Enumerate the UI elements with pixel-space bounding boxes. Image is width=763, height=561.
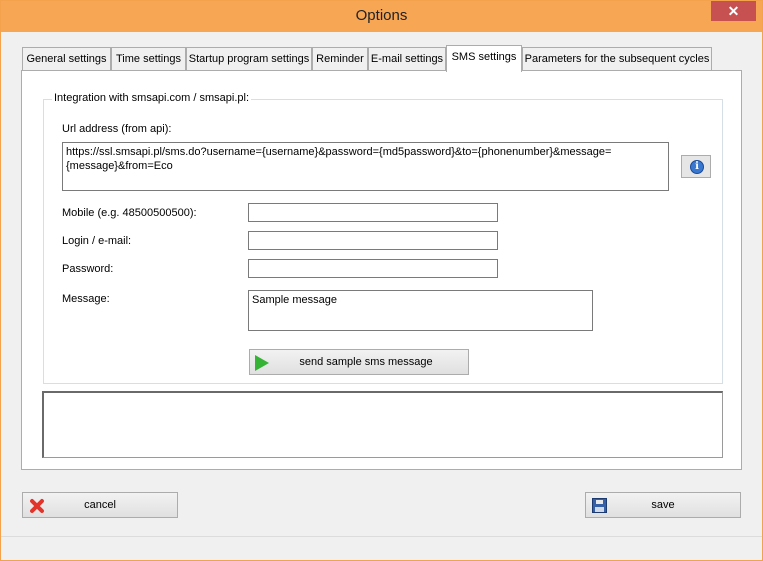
mobile-label: Mobile (e.g. 48500500500): xyxy=(62,207,197,219)
integration-group-title: Integration with smsapi.com / smsapi.pl: xyxy=(52,92,252,104)
login-label: Login / e-mail: xyxy=(62,235,132,247)
send-sample-sms-label: send sample sms message xyxy=(299,356,433,368)
login-input[interactable] xyxy=(248,231,498,250)
cancel-button[interactable]: cancel xyxy=(22,492,178,518)
tab-parameters-subsequent-cycles[interactable]: Parameters for the subsequent cycles xyxy=(522,47,712,71)
window-title: Options xyxy=(355,7,408,24)
close-button[interactable]: ✕ xyxy=(711,1,756,21)
info-button[interactable]: i xyxy=(681,155,711,178)
status-bar xyxy=(1,536,762,560)
message-label: Message: xyxy=(62,293,110,305)
tab-email-settings[interactable]: E-mail settings xyxy=(368,47,446,71)
send-sample-sms-button[interactable]: send sample sms message xyxy=(249,349,469,375)
save-label: save xyxy=(651,499,675,511)
options-window: Options ✕ General settings Time settings… xyxy=(0,0,763,561)
message-input[interactable]: Sample message xyxy=(248,290,593,331)
cancel-label: cancel xyxy=(84,499,116,511)
password-input[interactable] xyxy=(248,259,498,278)
save-button[interactable]: save xyxy=(585,492,741,518)
password-label: Password: xyxy=(62,263,114,275)
url-label: Url address (from api): xyxy=(62,123,172,135)
tab-time-settings[interactable]: Time settings xyxy=(111,47,186,71)
sms-settings-panel: Integration with smsapi.com / smsapi.pl:… xyxy=(21,70,742,470)
close-icon: ✕ xyxy=(727,3,740,19)
log-output[interactable] xyxy=(42,391,723,458)
tab-startup-program-settings[interactable]: Startup program settings xyxy=(186,47,312,71)
tab-reminder[interactable]: Reminder xyxy=(312,47,368,71)
tab-sms-settings[interactable]: SMS settings xyxy=(446,45,522,72)
tab-general-settings[interactable]: General settings xyxy=(22,47,111,71)
mobile-input[interactable] xyxy=(248,203,498,222)
integration-group: Integration with smsapi.com / smsapi.pl:… xyxy=(43,92,723,384)
title-bar: Options ✕ xyxy=(1,1,762,32)
info-icon: i xyxy=(690,160,704,174)
url-address-input[interactable]: https://ssl.smsapi.pl/sms.do?username={u… xyxy=(62,142,669,191)
